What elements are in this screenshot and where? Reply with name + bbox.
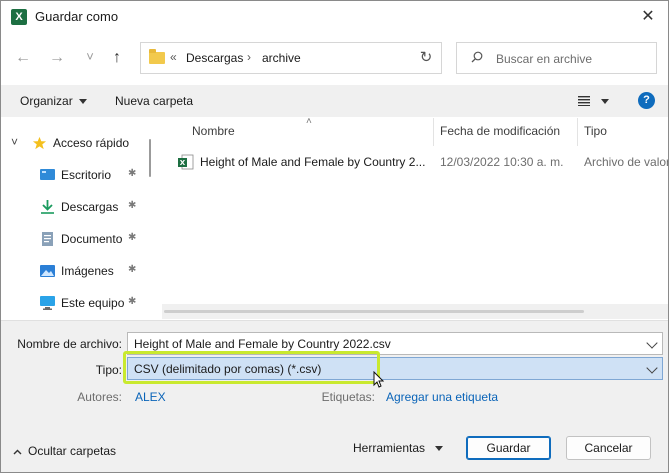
desktop-icon — [40, 169, 55, 180]
pin-icon[interactable]: ✱ — [128, 264, 136, 275]
chevron-down-icon[interactable] — [646, 337, 658, 349]
organize-label: Organizar — [20, 94, 73, 108]
expand-chevron-icon[interactable]: ˅ — [11, 135, 18, 149]
navigation-scrollbar[interactable] — [147, 119, 153, 319]
computer-icon — [40, 296, 55, 310]
sidebar-item-documents[interactable]: Documento ✱ — [1, 223, 146, 255]
title-bar: X Guardar como ✕ — [1, 1, 668, 33]
new-folder-button[interactable]: Nueva carpeta — [115, 94, 193, 108]
svg-text:X: X — [180, 159, 186, 167]
images-icon — [40, 265, 55, 277]
file-row[interactable]: X Height of Male and Female by Country 2… — [178, 150, 668, 174]
chevron-down-icon[interactable] — [646, 362, 658, 374]
excel-app-icon: X — [11, 9, 27, 25]
scrollbar-thumb[interactable] — [149, 139, 151, 177]
tools-menu[interactable]: Herramientas — [353, 441, 444, 455]
search-input[interactable]: Buscar en archive — [456, 42, 657, 74]
command-toolbar: Organizar Nueva carpeta ? — [1, 85, 668, 117]
excel-csv-file-icon: X — [178, 154, 194, 170]
address-bar[interactable]: « Descargas › archive ↻ — [140, 42, 442, 74]
sidebar-item-desktop[interactable]: Escritorio ✱ — [1, 159, 146, 191]
breadcrumb-separator: › — [247, 50, 251, 64]
file-list: ˄ Nombre Fecha de modificación Tipo X He… — [162, 116, 668, 320]
pin-icon[interactable]: ✱ — [128, 232, 136, 243]
refresh-icon[interactable]: ↻ — [417, 49, 435, 67]
cancel-button[interactable]: Cancelar — [566, 436, 651, 460]
save-as-dialog: X Guardar como ✕ ← → ˅ ↑ « Descargas › a… — [0, 0, 669, 473]
sidebar-item-label: Documento — [61, 232, 123, 246]
add-tag-link[interactable]: Agregar una etiqueta — [386, 390, 498, 404]
file-type-label: Tipo: — [95, 363, 122, 377]
up-button[interactable]: ↑ — [105, 46, 129, 70]
recent-locations-button[interactable]: ˅ — [78, 45, 102, 69]
chevron-up-icon — [13, 449, 22, 455]
pin-icon[interactable]: ✱ — [128, 200, 136, 211]
breadcrumb-archive[interactable]: archive — [262, 51, 301, 65]
tags-label: Etiquetas: — [321, 390, 375, 404]
close-button[interactable]: ✕ — [633, 4, 663, 30]
sidebar-item-this-pc[interactable]: Este equipo ✱ — [1, 287, 146, 319]
sidebar-item-label: Imágenes — [61, 264, 114, 278]
file-name: Height of Male and Female by Country 2..… — [200, 155, 426, 169]
filename-label: Nombre de archivo: — [17, 337, 122, 351]
forward-button[interactable]: → — [45, 46, 69, 70]
search-icon — [471, 51, 483, 63]
breadcrumb-overflow[interactable]: « — [170, 50, 177, 64]
column-header-date[interactable]: Fecha de modificación — [440, 124, 560, 138]
search-placeholder: Buscar en archive — [496, 52, 593, 66]
filename-value: Height of Male and Female by Country 202… — [134, 337, 391, 351]
hide-folders-toggle[interactable]: Ocultar carpetas — [13, 444, 116, 458]
view-options-icon[interactable] — [578, 96, 590, 106]
sidebar-item-images[interactable]: Imágenes ✱ — [1, 255, 146, 287]
back-button[interactable]: ← — [11, 46, 35, 70]
sidebar-item-label: Descargas — [61, 200, 119, 214]
sidebar-item-quick-access[interactable]: ˅ Acceso rápido — [1, 127, 146, 159]
sidebar-item-label: Escritorio — [61, 168, 112, 182]
file-date: 12/03/2022 10:30 a. m. — [440, 155, 564, 169]
hide-folders-label: Ocultar carpetas — [28, 444, 117, 458]
authors-value[interactable]: ALEX — [135, 390, 166, 404]
highlight-outline — [123, 351, 380, 384]
help-icon[interactable]: ? — [638, 92, 655, 109]
tools-label: Herramientas — [353, 441, 426, 455]
sidebar-item-downloads[interactable]: Descargas ✱ — [1, 191, 146, 223]
authors-label: Autores: — [77, 390, 122, 404]
sidebar-item-label: Este equipo — [61, 296, 125, 310]
star-icon — [32, 136, 47, 150]
chevron-down-icon — [435, 446, 444, 452]
view-dropdown-icon[interactable] — [601, 99, 609, 104]
column-divider[interactable] — [577, 118, 578, 146]
pin-icon[interactable]: ✱ — [128, 168, 136, 179]
organize-menu[interactable]: Organizar — [20, 94, 87, 108]
sidebar-item-label: Acceso rápido — [53, 136, 130, 150]
file-list-scrollbar[interactable] — [162, 304, 668, 319]
pin-icon[interactable]: ✱ — [128, 296, 136, 307]
save-button[interactable]: Guardar — [466, 436, 551, 460]
folder-icon — [149, 49, 165, 64]
file-type: Archivo de valor — [584, 155, 669, 169]
sort-ascending-icon: ˄ — [306, 116, 312, 127]
document-icon — [42, 232, 53, 246]
scrollbar-thumb[interactable] — [164, 310, 584, 313]
download-icon — [41, 200, 54, 214]
navigation-pane: ˅ Acceso rápido Escritorio ✱ Descargas ✱ — [1, 118, 151, 320]
breadcrumb-descargas[interactable]: Descargas — [186, 51, 243, 65]
chevron-down-icon — [78, 99, 87, 105]
column-divider[interactable] — [433, 118, 434, 146]
column-header-type[interactable]: Tipo — [584, 124, 607, 138]
window-title: Guardar como — [35, 9, 119, 24]
mouse-cursor-icon — [373, 371, 384, 388]
column-header-name[interactable]: Nombre — [192, 124, 235, 138]
